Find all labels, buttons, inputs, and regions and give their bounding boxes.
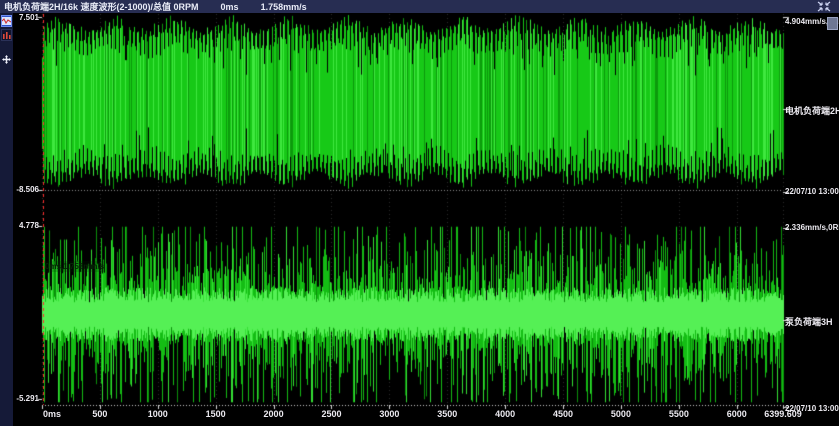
waveform-analyzer-window: 电机负荷端2H/16k 速度波形(2-1000)/总值 0RPM 0ms 1.7… bbox=[0, 0, 839, 426]
x-axis-tick-label: 500 bbox=[92, 409, 107, 419]
plot2-channel-label: 泵负荷端3H bbox=[785, 315, 839, 328]
x-axis-tick-label: 1000 bbox=[148, 409, 168, 419]
x-axis-tick-label: 5500 bbox=[669, 409, 689, 419]
plot2-ymax-label: 4.778 bbox=[13, 221, 39, 231]
x-axis-tick-label: 6399.609 bbox=[764, 409, 802, 419]
plot2-scale-label: 2.336mm/s,0RPM bbox=[785, 223, 839, 233]
x-axis-tick-label: 6000 bbox=[727, 409, 747, 419]
collapse-icon[interactable] bbox=[817, 1, 831, 12]
plot1-timestamp-label: 22/07/10 13:00:05 bbox=[785, 187, 839, 197]
plot1-ymin-label: -8.506 bbox=[13, 185, 39, 195]
x-axis-tick-label: 3500 bbox=[437, 409, 457, 419]
waveform-view-icon[interactable] bbox=[1, 15, 12, 27]
plot1-channel-label: 电机负荷端2H bbox=[785, 104, 839, 117]
cursor-time-readout: 0ms bbox=[221, 2, 239, 12]
title-bar: 电机负荷端2H/16k 速度波形(2-1000)/总值 0RPM 0ms 1.7… bbox=[0, 0, 839, 13]
pan-tool-icon[interactable] bbox=[1, 53, 12, 65]
x-axis-tick-label: 4000 bbox=[495, 409, 515, 419]
cursor-tooltip: 0ms,1.758mm/s bbox=[44, 261, 105, 272]
x-axis-tick-label: 4500 bbox=[553, 409, 573, 419]
plot1-ymax-label: 7.501 bbox=[13, 13, 39, 23]
plot-title: 电机负荷端2H/16k 速度波形(2-1000)/总值 0RPM bbox=[4, 0, 199, 13]
x-axis-tick-label: 2500 bbox=[321, 409, 341, 419]
x-axis-tick-label: 2000 bbox=[264, 409, 284, 419]
plot-region: 7.501 -8.506 4.778 -5.291 4.904mm/s,0RPM… bbox=[13, 13, 839, 426]
x-axis-tick-label: 0ms bbox=[43, 409, 61, 419]
left-toolbar bbox=[0, 13, 13, 426]
spectrum-view-icon[interactable] bbox=[1, 29, 12, 41]
x-axis-tick-label: 3000 bbox=[379, 409, 399, 419]
x-axis-tick-label: 1500 bbox=[206, 409, 226, 419]
plot2-ymin-label: -5.291 bbox=[13, 394, 39, 404]
scrollbar-thumb[interactable] bbox=[827, 17, 838, 30]
cursor-value-readout: 1.758mm/s bbox=[261, 2, 307, 12]
x-axis-tick-label: 5000 bbox=[611, 409, 631, 419]
waveform-canvas[interactable] bbox=[13, 13, 839, 426]
